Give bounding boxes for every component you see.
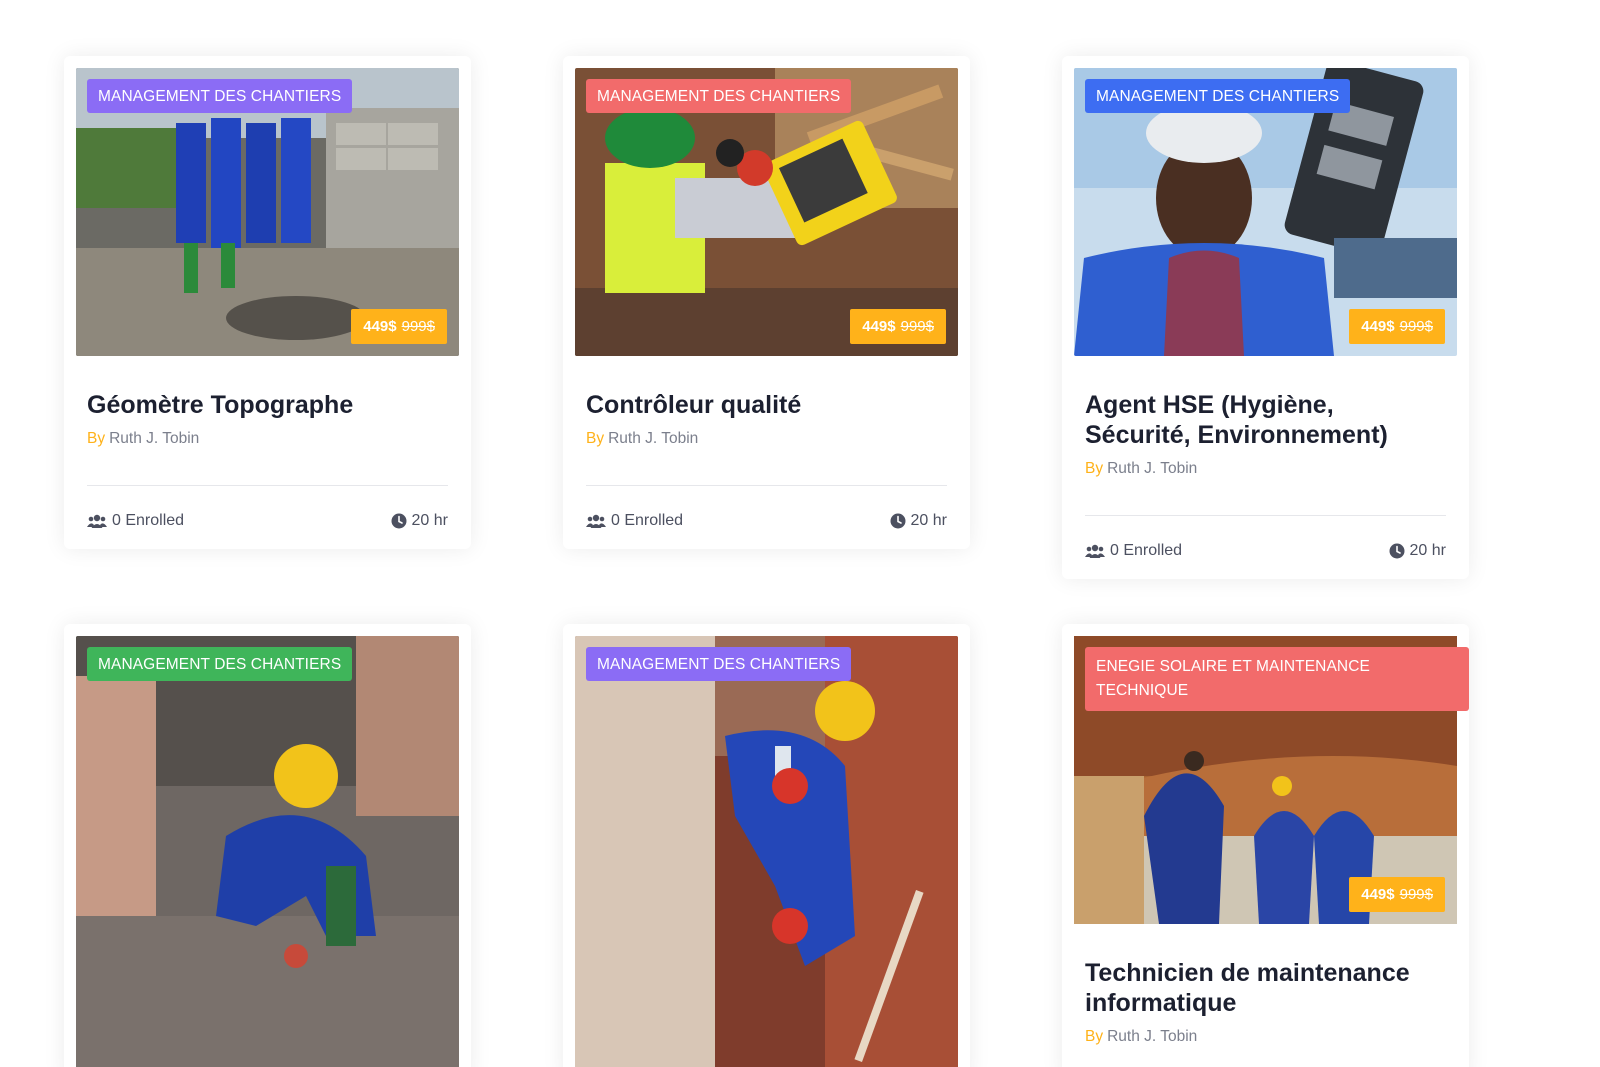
by-label: By — [586, 430, 605, 447]
users-icon — [87, 514, 107, 528]
course-meta: 0 Enrolled 20 hr — [1085, 516, 1446, 584]
author-name[interactable]: Ruth J. Tobin — [608, 430, 698, 447]
duration: 20 hr — [890, 512, 947, 530]
by-label: By — [1085, 460, 1104, 477]
price-tag: 449$ 999$ — [850, 309, 946, 344]
old-price: 999$ — [1399, 886, 1433, 903]
current-price: 449$ — [363, 318, 397, 335]
old-price: 999$ — [900, 318, 934, 335]
author-line: By Ruth J. Tobin — [586, 430, 947, 448]
course-photo — [76, 636, 459, 1067]
author-line: By Ruth J. Tobin — [1085, 460, 1446, 478]
duration: 20 hr — [1389, 542, 1446, 560]
enrolled-count: 0 Enrolled — [586, 512, 683, 530]
duration-text: 20 hr — [910, 512, 947, 529]
course-thumbnail-link[interactable]: MANAGEMENT DES CHANTIERS — [575, 636, 958, 1067]
course-card: MANAGEMENT DES CHANTIERS 449$ 999$ Géomèt… — [64, 56, 471, 549]
users-icon — [1085, 544, 1105, 558]
by-label: By — [1085, 1028, 1104, 1045]
enrolled-text: 0 Enrolled — [112, 512, 185, 529]
enrolled-count: 0 Enrolled — [1085, 542, 1182, 560]
enrolled-text: 0 Enrolled — [1110, 542, 1183, 559]
course-thumbnail-link[interactable]: MANAGEMENT DES CHANTIERS — [76, 636, 459, 1067]
course-meta: 0 Enrolled 20 hr — [87, 486, 448, 554]
course-title[interactable]: Technicien de maintenance informatique — [1085, 958, 1446, 1018]
course-thumbnail-link[interactable]: MANAGEMENT DES CHANTIERS 449$ 999$ — [76, 68, 459, 356]
course-card: MANAGEMENT DES CHANTIERS — [64, 624, 471, 1067]
users-icon — [586, 514, 606, 528]
author-name[interactable]: Ruth J. Tobin — [1107, 460, 1197, 477]
category-badge[interactable]: MANAGEMENT DES CHANTIERS — [87, 79, 353, 113]
author-line: By Ruth J. Tobin — [1085, 1028, 1446, 1046]
category-badge[interactable]: ENEGIE SOLAIRE ET MAINTENANCE TECHNIQUE — [1085, 647, 1469, 711]
old-price: 999$ — [1399, 318, 1433, 335]
course-card: MANAGEMENT DES CHANTIERS — [563, 624, 970, 1067]
course-title[interactable]: Agent HSE (Hygiène, Sécurité, Environnem… — [1085, 390, 1446, 450]
course-card: MANAGEMENT DES CHANTIERS 449$ 999$ Contrô… — [563, 56, 970, 549]
course-thumbnail-link[interactable]: MANAGEMENT DES CHANTIERS 449$ 999$ — [575, 68, 958, 356]
price-tag: 449$ 999$ — [1349, 309, 1445, 344]
by-label: By — [87, 430, 106, 447]
old-price: 999$ — [401, 318, 435, 335]
author-line: By Ruth J. Tobin — [87, 430, 448, 448]
course-thumbnail-link[interactable]: MANAGEMENT DES CHANTIERS 449$ 999$ — [1074, 68, 1457, 356]
price-tag: 449$ 999$ — [351, 309, 447, 344]
category-badge[interactable]: MANAGEMENT DES CHANTIERS — [87, 647, 353, 681]
category-badge[interactable]: MANAGEMENT DES CHANTIERS — [586, 647, 852, 681]
category-badge[interactable]: MANAGEMENT DES CHANTIERS — [1085, 79, 1351, 113]
duration-text: 20 hr — [1409, 542, 1446, 559]
enrolled-text: 0 Enrolled — [611, 512, 684, 529]
course-title[interactable]: Géomètre Topographe — [87, 390, 448, 420]
course-meta: 0 Enrolled 20 hr — [586, 486, 947, 554]
duration: 20 hr — [391, 512, 448, 530]
author-name[interactable]: Ruth J. Tobin — [1107, 1028, 1197, 1045]
category-badge[interactable]: MANAGEMENT DES CHANTIERS — [586, 79, 852, 113]
duration-text: 20 hr — [411, 512, 448, 529]
enrolled-count: 0 Enrolled — [87, 512, 184, 530]
current-price: 449$ — [1361, 886, 1395, 903]
course-thumbnail-link[interactable]: ENEGIE SOLAIRE ET MAINTENANCE TECHNIQUE … — [1074, 636, 1469, 924]
current-price: 449$ — [1361, 318, 1395, 335]
clock-icon — [890, 513, 906, 529]
course-title[interactable]: Contrôleur qualité — [586, 390, 947, 420]
author-name[interactable]: Ruth J. Tobin — [109, 430, 199, 447]
price-tag: 449$ 999$ — [1349, 877, 1445, 912]
clock-icon — [391, 513, 407, 529]
clock-icon — [1389, 543, 1405, 559]
current-price: 449$ — [862, 318, 896, 335]
course-photo — [575, 636, 958, 1067]
course-card: MANAGEMENT DES CHANTIERS 449$ 999$ Agent … — [1062, 56, 1469, 579]
course-card: ENEGIE SOLAIRE ET MAINTENANCE TECHNIQUE … — [1062, 624, 1469, 1067]
